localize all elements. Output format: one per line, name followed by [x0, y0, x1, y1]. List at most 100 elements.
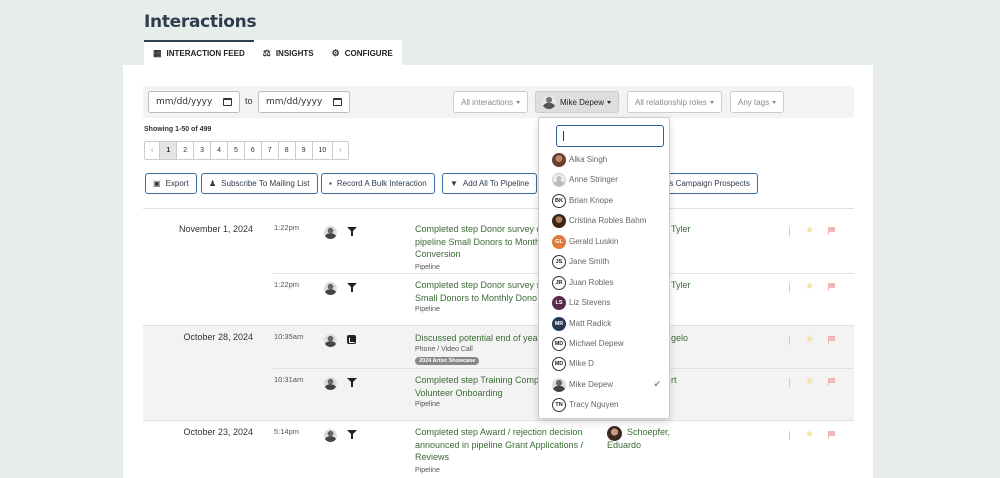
funnel-icon — [347, 227, 357, 237]
row-contact[interactable]: gelo — [671, 332, 688, 345]
star-icon[interactable]: ★ — [805, 429, 814, 440]
avatar: GL — [552, 234, 566, 249]
user-option-anne-stringer[interactable]: Anne Stringer — [552, 170, 667, 189]
star-icon[interactable]: ★ — [805, 225, 814, 236]
tab-label: CONFIGURE — [344, 49, 393, 58]
user-option-mike-depew[interactable]: Mike Depew ✔ — [552, 375, 667, 394]
contact-line: Eduardo — [607, 439, 642, 450]
user-dropdown-menu: Alka Singh Anne Stringer BK Brian Knope C… — [538, 117, 670, 419]
avatar — [552, 213, 566, 228]
calendar-icon[interactable] — [333, 98, 342, 106]
user-option-label: Matt Radick — [569, 319, 612, 328]
button-label: Add All To Pipeline — [462, 179, 530, 188]
row-time: 1:22pm — [274, 223, 300, 232]
page-button[interactable]: 5 — [227, 142, 245, 159]
desc-line: Completed step Donor survey c — [415, 224, 542, 234]
flag-icon[interactable] — [828, 283, 836, 291]
date-from-input[interactable]: mm/dd/yyyy — [148, 91, 240, 113]
button-label: ld As Campaign Prospects — [656, 179, 750, 188]
user-search-input[interactable] — [556, 125, 664, 147]
user-option-label: Tracy Nguyen — [569, 400, 619, 409]
text-cursor — [563, 131, 564, 141]
add-all-to-pipeline-button[interactable]: ▼ Add All To Pipeline — [442, 173, 538, 194]
user-option-label: Juan Robles — [569, 278, 614, 287]
user-option-cristina-robles-bahm[interactable]: Cristina Robles Bahm — [552, 211, 667, 230]
user-option-label: Michael Depew — [569, 339, 624, 348]
row-description[interactable]: Completed step Donor survey c pipeline S… — [415, 223, 541, 261]
export-button[interactable]: ▣ Export — [145, 173, 197, 194]
tab-configure[interactable]: ⚙ CONFIGURE — [322, 40, 402, 65]
tab-insights[interactable]: ⚖ INSIGHTS — [253, 40, 323, 65]
page-prev-button[interactable]: ‹ — [145, 142, 161, 159]
flag-icon[interactable] — [828, 227, 836, 235]
tab-interaction-feed[interactable]: ▦ INTERACTION FEED — [144, 40, 254, 65]
calendar-icon[interactable] — [223, 98, 232, 106]
record-bulk-interaction-button[interactable]: ▪ Record A Bulk Interaction — [321, 173, 435, 194]
interaction-type-dropdown[interactable]: All interactions — [453, 91, 529, 113]
date-to-input[interactable]: mm/dd/yyyy — [258, 91, 350, 113]
page-button[interactable]: 1 — [160, 142, 178, 159]
avatar — [324, 334, 337, 347]
users-icon: ♟ — [209, 179, 217, 188]
day-label: October 23, 2024 — [183, 427, 253, 437]
row-description[interactable]: Discussed potential end of yea — [415, 332, 538, 345]
tags-dropdown[interactable]: Any tags — [730, 91, 785, 113]
page-button[interactable]: 4 — [211, 142, 228, 159]
avatar — [552, 377, 566, 392]
avatar: BK — [552, 193, 566, 208]
user-option-brian-knope[interactable]: BK Brian Knope — [552, 191, 667, 210]
avatar: TN — [552, 397, 566, 412]
user-option-tracy-nguyen[interactable]: TN Tracy Nguyen — [552, 395, 667, 414]
page-next-button[interactable]: › — [333, 142, 348, 159]
user-option-gerald-luskin[interactable]: GL Gerald Luskin — [552, 232, 667, 251]
star-icon[interactable]: ★ — [805, 334, 814, 345]
subscribe-mailing-list-button[interactable]: ♟ Subscribe To Mailing List — [201, 173, 318, 194]
page-button[interactable]: 3 — [194, 142, 212, 159]
page-button[interactable]: 10 — [312, 142, 334, 159]
row-contact[interactable]: Schoepfer, Eduardo — [607, 426, 670, 451]
flag-icon[interactable] — [828, 431, 836, 439]
page-button[interactable]: 6 — [244, 142, 262, 159]
tag-badge[interactable]: 2024 Artist Showcase — [415, 357, 480, 365]
page-button[interactable]: 9 — [295, 142, 313, 159]
user-dropdown[interactable]: Mike Depew — [535, 91, 620, 113]
page-button[interactable]: 8 — [278, 142, 296, 159]
page-title: Interactions — [144, 12, 257, 32]
funnel-icon: ▼ — [450, 179, 458, 188]
user-option-alka-singh[interactable]: Alka Singh — [552, 150, 667, 169]
star-icon[interactable]: ★ — [805, 281, 814, 292]
user-option-label: Liz Stevens — [569, 298, 611, 307]
user-option-michael-depew[interactable]: MD Michael Depew — [552, 334, 667, 353]
user-option-label: Anne Stringer — [569, 175, 618, 184]
star-icon[interactable]: ★ — [805, 376, 814, 387]
user-option-label: Brian Knope — [569, 196, 614, 205]
relationship-roles-dropdown[interactable]: All relationship roles — [627, 91, 722, 113]
divider — [789, 336, 790, 345]
user-option-liz-stevens[interactable]: LS Liz Stevens — [552, 293, 667, 312]
caret-down-icon — [607, 100, 612, 104]
page-button[interactable]: 2 — [177, 142, 195, 159]
row-description[interactable]: Completed step Award / rejection decisio… — [415, 426, 583, 464]
row-contact[interactable]: Tyler — [671, 279, 691, 292]
row-time: 1:22pm — [274, 280, 300, 289]
avatar: MD — [552, 356, 566, 371]
flag-icon[interactable] — [828, 336, 836, 344]
row-description[interactable]: Completed step Donor survey s Small Dono… — [415, 279, 541, 304]
divider — [789, 431, 790, 440]
tab-bar: ▦ INTERACTION FEED ⚖ INSIGHTS ⚙ CONFIGUR… — [144, 40, 402, 65]
row-contact[interactable]: Tyler — [671, 223, 691, 236]
row-contact[interactable]: rt — [671, 374, 677, 387]
funnel-icon — [347, 378, 357, 388]
user-option-jane-smith[interactable]: JS Jane Smith — [552, 252, 667, 271]
page-button[interactable]: 7 — [261, 142, 279, 159]
user-option-matt-radick[interactable]: MR Matt Radick — [552, 314, 667, 333]
avatar: MD — [552, 336, 566, 351]
desc-line: Completed step Award / rejection decisio… — [415, 427, 583, 437]
row-time: 10:35am — [274, 332, 304, 341]
user-option-mike-d[interactable]: MD Mike D — [552, 354, 667, 373]
flag-icon[interactable] — [828, 378, 836, 386]
row-description[interactable]: Completed step Training Comp Volunteer O… — [415, 374, 539, 399]
date-from-placeholder: mm/dd/yyyy — [156, 97, 213, 107]
avatar — [552, 152, 566, 167]
user-option-juan-robles[interactable]: JR Juan Robles — [552, 273, 667, 292]
